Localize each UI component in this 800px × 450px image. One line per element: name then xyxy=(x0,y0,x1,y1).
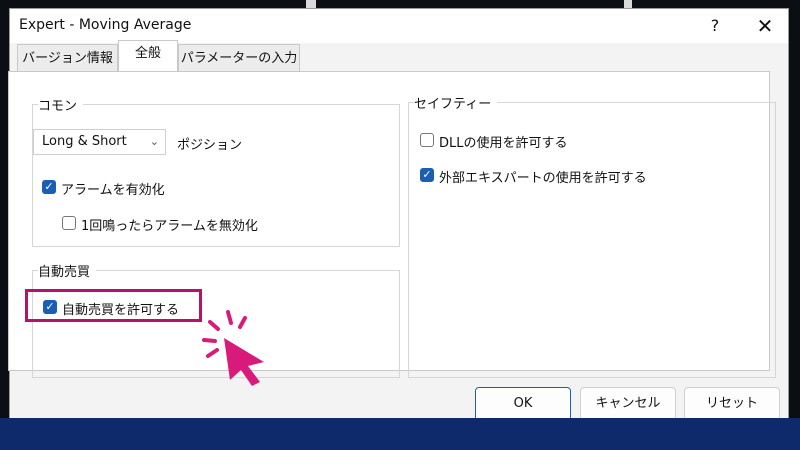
background-divider xyxy=(306,0,316,8)
check-icon: ✓ xyxy=(422,168,432,181)
allow-dll-checkbox[interactable] xyxy=(420,133,434,147)
footer-bar xyxy=(0,418,800,450)
disable-after-one-label: 1回鳴ったらアラームを無効化 xyxy=(81,219,258,234)
tab-parameters[interactable]: パラメーターの入力 xyxy=(178,44,300,72)
help-button[interactable]: ? xyxy=(703,14,727,38)
position-label: ポジション xyxy=(177,138,243,153)
hand-pointer-icon xyxy=(202,310,264,386)
highlight-box xyxy=(25,289,202,322)
close-button[interactable]: ✕ xyxy=(753,14,777,38)
alerts-enabled-checkbox[interactable]: ✓ xyxy=(42,180,56,194)
reset-button[interactable]: リセット xyxy=(684,387,780,421)
chevron-down-icon: ⌄ xyxy=(149,135,159,148)
window-title: Expert - Moving Average xyxy=(19,17,192,33)
check-icon: ✓ xyxy=(44,180,54,193)
cancel-button[interactable]: キャンセル xyxy=(580,387,676,421)
background-divider xyxy=(624,0,632,8)
allow-external-experts-label: 外部エキスパートの使用を許可する xyxy=(439,171,647,186)
tab-version-info[interactable]: バージョン情報 xyxy=(17,44,118,72)
tab-general[interactable]: 全般 xyxy=(118,40,178,72)
ok-button[interactable]: OK xyxy=(475,387,571,421)
group-title-common: コモン xyxy=(38,95,84,114)
disable-after-one-checkbox[interactable] xyxy=(62,216,76,230)
position-select[interactable]: Long & Short ⌄ xyxy=(33,129,166,155)
position-select-value: Long & Short xyxy=(42,134,127,149)
group-title-auto-trading: 自動売買 xyxy=(38,261,97,280)
title-bar: Expert - Moving Average ? ✕ xyxy=(10,9,788,43)
alerts-enabled-label: アラームを有効化 xyxy=(61,183,165,198)
group-title-safety: セイフティー xyxy=(414,93,498,112)
allow-dll-label: DLLの使用を許可する xyxy=(439,136,568,151)
allow-external-experts-checkbox[interactable]: ✓ xyxy=(420,168,434,182)
